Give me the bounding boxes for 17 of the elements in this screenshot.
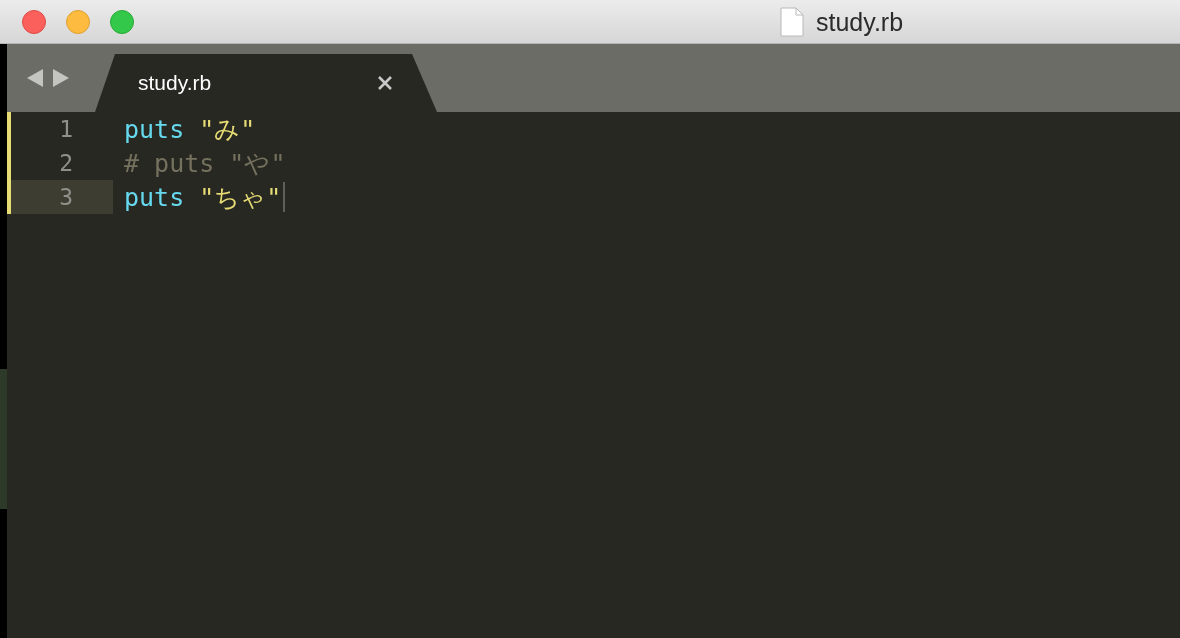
back-icon[interactable] bbox=[27, 69, 43, 87]
file-tab[interactable]: study.rb bbox=[95, 54, 437, 112]
minimize-button[interactable] bbox=[66, 9, 90, 34]
line-number: 2 bbox=[59, 150, 73, 176]
text-cursor bbox=[283, 182, 286, 212]
document-icon bbox=[780, 7, 804, 37]
code-editor[interactable]: 1 puts "み" 2 # puts "や" 3 puts "ちゃ" bbox=[7, 112, 1180, 638]
window-title: study.rb bbox=[816, 7, 904, 37]
forward-icon[interactable] bbox=[53, 69, 69, 87]
line-number: 1 bbox=[59, 116, 73, 142]
line-number: 3 bbox=[59, 184, 73, 210]
close-icon[interactable] bbox=[378, 76, 392, 90]
close-button[interactable] bbox=[22, 9, 46, 34]
code-line: puts "み" bbox=[123, 113, 256, 146]
code-line: # puts "や" bbox=[123, 147, 286, 180]
code-line: puts "ちゃ" bbox=[113, 180, 286, 214]
zoom-button[interactable] bbox=[110, 9, 134, 34]
